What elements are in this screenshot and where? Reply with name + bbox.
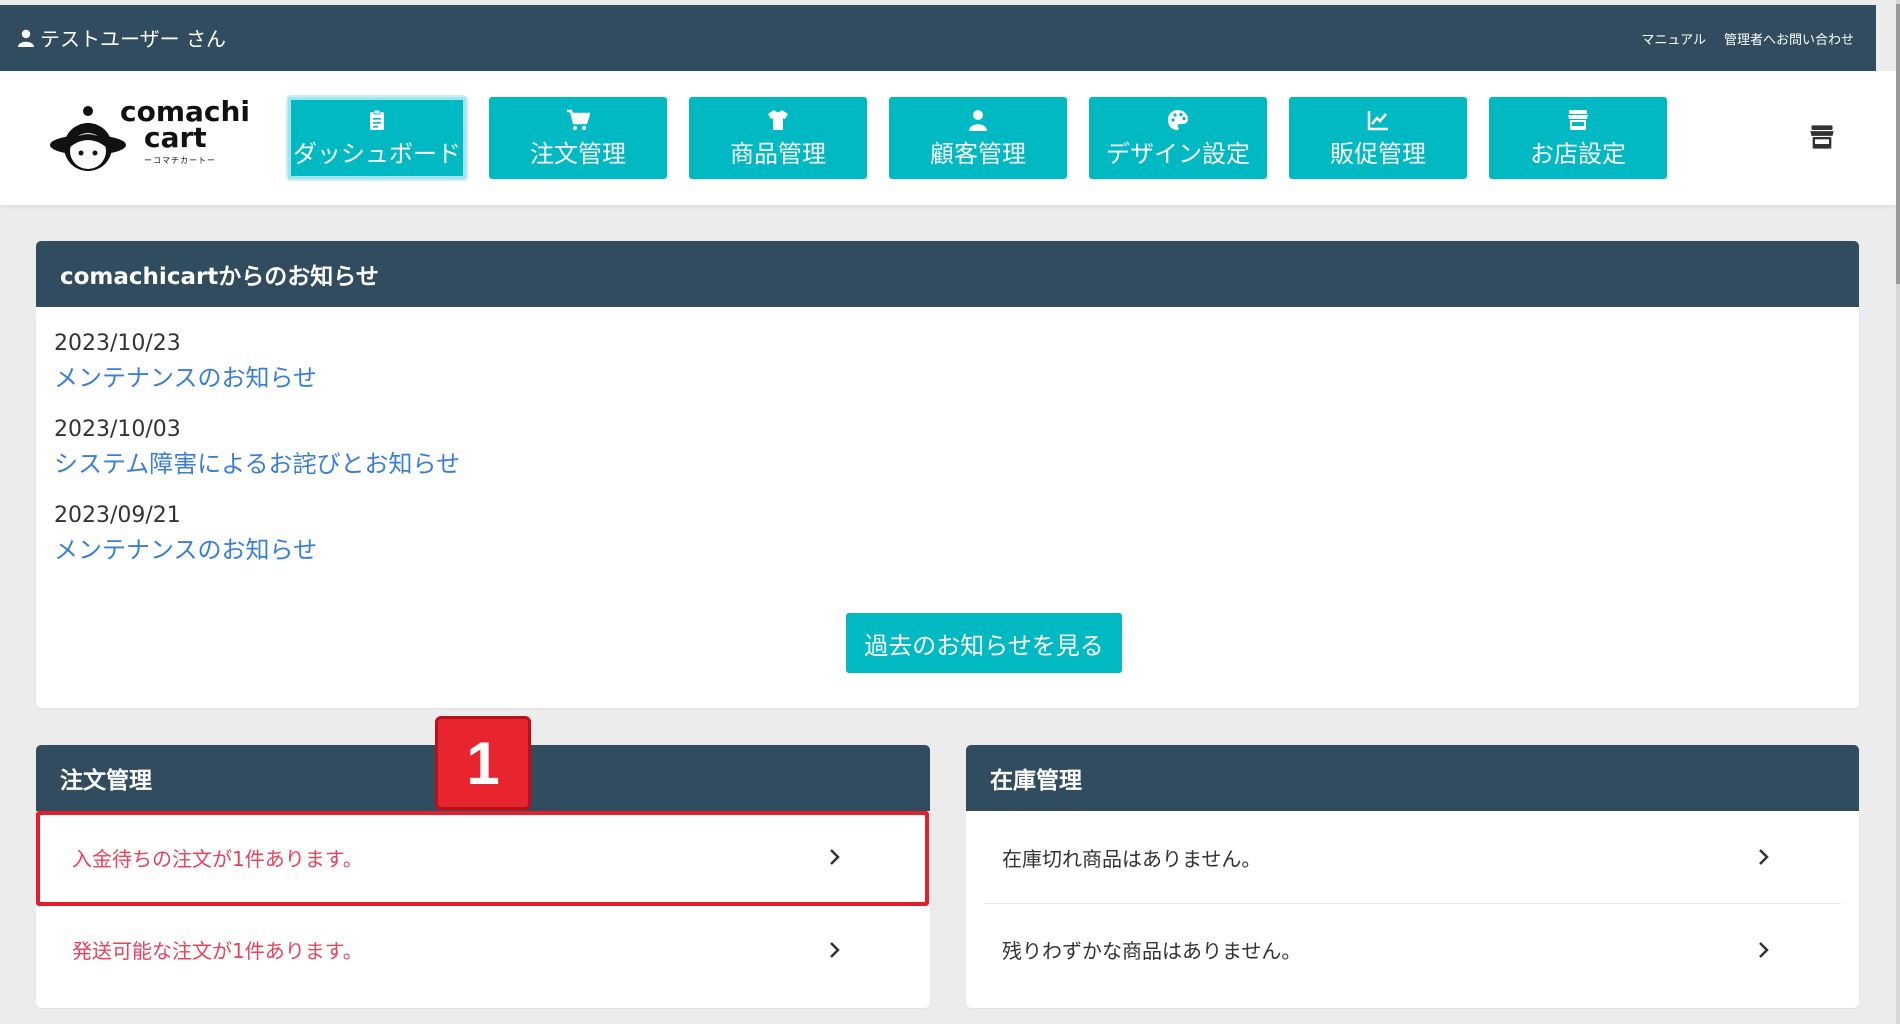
palette-icon	[1168, 109, 1188, 130]
chevron-right-icon	[830, 941, 840, 958]
logo-subtitle: ーコマチカートー	[144, 156, 216, 165]
ready-to-ship-row[interactable]: 発送可能な注文が1件あります。	[54, 903, 912, 995]
top-bar: テストユーザー さん マニュアル 管理者へお問い合わせ	[0, 5, 1876, 71]
header: comachi cart ーコマチカートー ダッシュボード 注文管理 商品管理 …	[0, 71, 1896, 205]
news-item: 2023/10/23 メンテナンスのお知らせ	[54, 327, 1841, 395]
clipboard-icon	[370, 109, 384, 130]
scrollbar-thumb[interactable]	[1896, 4, 1900, 284]
nav-dashboard-label: ダッシュボード	[293, 139, 461, 168]
nav-shop-settings-label: お店設定	[1530, 139, 1626, 168]
contact-admin-link[interactable]: 管理者へお問い合わせ	[1724, 29, 1854, 48]
nav-products-label: 商品管理	[730, 139, 826, 168]
comachi-cart-logo[interactable]: comachi cart ーコマチカートー	[48, 98, 250, 179]
nav-shop-settings[interactable]: お店設定	[1489, 97, 1667, 179]
nav-orders-label: 注文管理	[530, 139, 626, 168]
user-name: テストユーザー さん	[40, 27, 226, 51]
store-icon	[1568, 109, 1588, 130]
view-past-news-button[interactable]: 過去のお知らせを見る	[846, 613, 1122, 673]
news-date: 2023/10/03	[54, 417, 181, 442]
chevron-right-icon	[1759, 849, 1769, 865]
nav-customers[interactable]: 顧客管理	[889, 97, 1067, 179]
nav-orders[interactable]: 注文管理	[489, 97, 667, 179]
nav-dashboard[interactable]: ダッシュボード	[288, 97, 466, 179]
low-stock-text: 残りわずかな商品はありません。	[1002, 939, 1302, 963]
user-icon	[18, 29, 34, 47]
user-icon	[969, 109, 987, 131]
news-date: 2023/10/23	[54, 331, 181, 356]
storefront-icon[interactable]	[1808, 123, 1836, 151]
nav-promotion-label: 販促管理	[1330, 139, 1426, 168]
news-link[interactable]: システム障害によるお詫びとお知らせ	[54, 447, 1841, 481]
news-item: 2023/10/03 システム障害によるお詫びとお知らせ	[54, 413, 1841, 481]
news-link[interactable]: メンテナンスのお知らせ	[54, 533, 1841, 567]
tshirt-icon	[768, 109, 788, 130]
highlight-box	[36, 811, 929, 906]
logo-wordmark: comachi cart	[120, 95, 251, 154]
nav-promotion[interactable]: 販促管理	[1289, 97, 1467, 179]
news-list: 2023/10/23 メンテナンスのお知らせ 2023/10/03 システム障害…	[36, 307, 1859, 567]
news-panel: comachicartからのお知らせ 2023/10/23 メンテナンスのお知ら…	[36, 241, 1859, 708]
scrollbar[interactable]	[1896, 0, 1900, 1024]
chevron-right-icon	[1759, 941, 1769, 958]
manual-link[interactable]: マニュアル	[1641, 29, 1706, 48]
news-item: 2023/09/21 メンテナンスのお知らせ	[54, 499, 1841, 567]
step-badge: 1	[435, 716, 531, 810]
cart-icon	[567, 109, 590, 130]
nav-design-settings[interactable]: デザイン設定	[1089, 97, 1267, 179]
news-link[interactable]: メンテナンスのお知らせ	[54, 361, 1841, 395]
out-of-stock-text: 在庫切れ商品はありません。	[1002, 846, 1262, 871]
out-of-stock-row[interactable]: 在庫切れ商品はありません。	[984, 811, 1841, 903]
ready-to-ship-text: 発送可能な注文が1件あります。	[72, 939, 363, 963]
nav-design-settings-label: デザイン設定	[1106, 139, 1250, 168]
logo-mascot-icon	[50, 106, 126, 171]
stock-panel: 在庫管理 在庫切れ商品はありません。 残りわずかな商品はありません。	[966, 745, 1859, 1008]
stock-heading: 在庫管理	[966, 745, 1859, 811]
user-menu[interactable]: テストユーザー さん	[18, 23, 226, 52]
nav-products[interactable]: 商品管理	[689, 97, 867, 179]
news-heading: comachicartからのお知らせ	[36, 241, 1859, 307]
chart-line-icon	[1367, 110, 1388, 130]
news-date: 2023/09/21	[54, 503, 181, 528]
low-stock-row[interactable]: 残りわずかな商品はありません。	[984, 903, 1841, 995]
nav-customers-label: 顧客管理	[930, 139, 1026, 168]
